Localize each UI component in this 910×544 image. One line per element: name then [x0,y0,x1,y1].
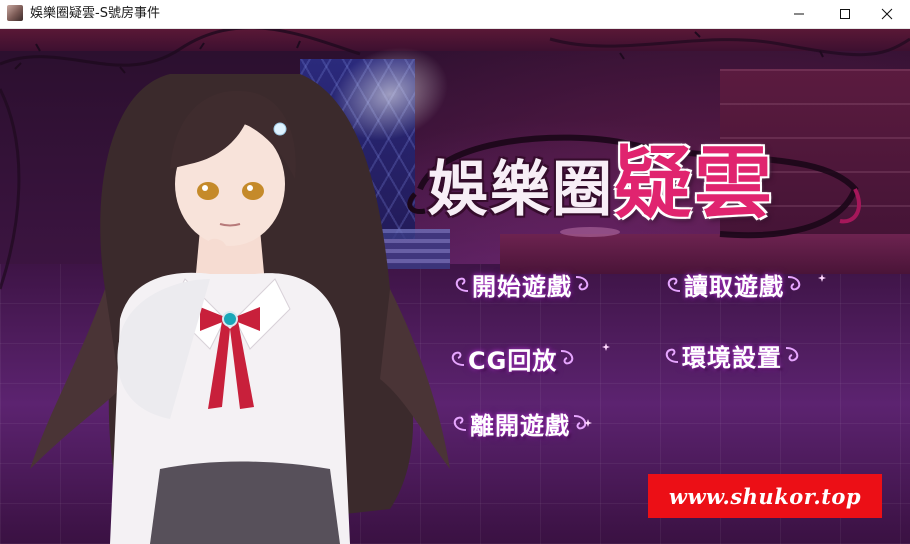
maximize-icon [840,9,850,19]
watermark-text: www.shukor.top [668,483,862,509]
close-button[interactable] [864,0,910,28]
load-game-button[interactable]: 讀取遊戲 [662,267,806,301]
app-icon [7,5,23,21]
swirl-right-icon [575,276,589,291]
start-game-button[interactable]: 開始遊戲 [450,267,594,301]
sparkle-icon [602,343,610,351]
swirl-right-icon [787,276,801,291]
heroine-character-art [30,74,450,544]
exit-game-button[interactable]: 離開遊戲 [448,406,592,440]
settings-button[interactable]: 環境設置 [660,338,804,372]
sparkle-icon [584,419,592,427]
logo-title-part1: 娛樂圈 [428,155,614,225]
window-title: 娛樂圈疑雲-S號房事件 [30,6,160,21]
window-titlebar[interactable]: 娛樂圈疑雲-S號房事件 [0,0,910,29]
cg-gallery-label: CG回放 [468,346,558,375]
swirl-right-icon [785,347,799,362]
swirl-left-icon [665,348,679,363]
start-game-label: 開始遊戲 [472,272,572,301]
logo-title: 娛樂圈疑雲 [428,129,774,239]
swirl-left-icon [451,351,465,366]
minimize-icon [794,13,804,15]
maximize-button[interactable] [822,0,868,28]
cg-gallery-button[interactable]: CG回放 [446,341,579,375]
watermark-banner: www.shukor.top [648,474,882,518]
swirl-left-icon [667,277,681,292]
exit-game-label: 離開遊戲 [470,411,570,440]
game-logo: 娛樂圈疑雲 [400,119,870,249]
title-screen: 娛樂圈疑雲 開始遊戲 讀取遊戲 CG回放 環境設置 離開遊戲 www.shuko… [0,29,910,544]
swirl-left-icon [453,416,467,431]
logo-title-part2: 疑雲 [614,138,775,229]
minimize-button[interactable] [776,0,822,28]
close-icon [881,8,893,20]
load-game-label: 讀取遊戲 [684,272,784,301]
sparkle-icon [818,274,826,282]
settings-label: 環境設置 [682,343,782,372]
swirl-left-icon [455,277,469,292]
swirl-right-icon [561,350,574,365]
